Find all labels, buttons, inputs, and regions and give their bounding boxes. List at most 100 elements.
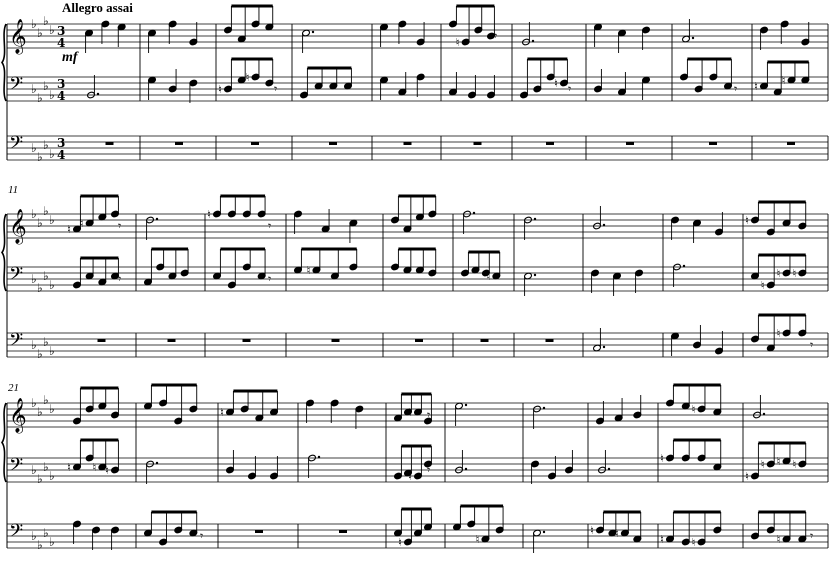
dot — [155, 461, 159, 465]
key-flat: ♭ — [31, 529, 37, 543]
natural-sign: ♮ — [745, 214, 749, 227]
natural-sign: ♮ — [660, 452, 664, 465]
dot — [317, 455, 321, 459]
treble-clef: 𝄞 — [9, 209, 27, 245]
key-flat: ♭ — [43, 204, 49, 218]
time-sig-denominator: 4 — [57, 36, 65, 50]
whole-rest — [97, 339, 106, 342]
natural-sign: ♮ — [745, 470, 749, 483]
natural-sign: ♮ — [782, 74, 786, 87]
key-flat: ♭ — [37, 91, 43, 105]
key-flat: ♭ — [37, 281, 43, 295]
whole-rest — [546, 142, 554, 145]
whole-rest — [787, 142, 795, 145]
whole-rest — [480, 339, 489, 342]
natural-sign: ♮ — [754, 80, 758, 93]
natural-sign: ♮ — [692, 403, 696, 416]
eighth-rest: 𝄾 — [427, 408, 430, 422]
natural-sign: ♮ — [554, 77, 558, 90]
dot — [311, 30, 315, 34]
natural-sign: ♮ — [218, 83, 222, 96]
dot — [607, 467, 611, 471]
natural-sign: ♮ — [306, 264, 310, 277]
natural-sign: ♮ — [67, 223, 71, 236]
natural-sign: ♮ — [660, 533, 664, 546]
eighth-rest: 𝄾 — [118, 219, 121, 233]
whole-rest — [473, 142, 482, 145]
whole-rest — [167, 339, 176, 342]
natural-sign: ♮ — [475, 533, 479, 546]
key-flat: ♭ — [37, 472, 43, 486]
natural-sign: ♮ — [792, 267, 796, 280]
key-flat: ♭ — [43, 79, 49, 93]
natural-sign: ♮ — [777, 533, 781, 546]
natural-sign: ♮ — [590, 524, 594, 537]
whole-rest — [545, 339, 554, 342]
whole-rest — [626, 142, 634, 145]
dot — [533, 273, 537, 277]
natural-sign: ♮ — [777, 267, 781, 280]
brace — [1, 402, 7, 483]
natural-sign: ♮ — [246, 71, 250, 84]
dot — [542, 406, 546, 410]
key-flat: ♭ — [37, 405, 43, 419]
key-flat: ♭ — [31, 272, 37, 286]
dot — [542, 530, 546, 534]
time-sig-denominator: 4 — [57, 89, 65, 103]
eighth-rest: 𝄾 — [568, 82, 571, 96]
eighth-rest: 𝄾 — [810, 529, 813, 543]
key-flat: ♭ — [49, 535, 55, 549]
bass-clef: 𝄢 — [9, 74, 23, 99]
natural-sign: ♮ — [220, 406, 224, 419]
brace — [1, 213, 7, 292]
key-flat: ♭ — [49, 147, 55, 161]
brace — [1, 23, 7, 102]
dot — [533, 217, 537, 221]
key-flat: ♭ — [43, 269, 49, 283]
dot — [96, 92, 100, 96]
natural-sign: ♮ — [761, 458, 765, 471]
bass-clef: 𝄢 — [9, 330, 23, 355]
natural-sign: ♮ — [777, 455, 781, 468]
whole-rest — [105, 142, 114, 145]
treble-clef: 𝄞 — [9, 398, 27, 434]
whole-rest — [709, 142, 717, 145]
key-flat: ♭ — [31, 141, 37, 155]
key-flat: ♭ — [49, 344, 55, 358]
key-flat: ♭ — [43, 393, 49, 407]
key-flat: ♭ — [49, 402, 55, 416]
eighth-rest: 𝄾 — [200, 529, 203, 543]
eighth-rest: 𝄾 — [734, 82, 737, 96]
natural-sign: ♮ — [692, 536, 696, 549]
natural-sign: ♮ — [398, 536, 402, 549]
eighth-rest: 𝄾 — [268, 272, 271, 286]
dot — [762, 412, 766, 416]
eighth-rest: 𝄾 — [494, 29, 497, 43]
eighth-rest: 𝄾 — [427, 463, 430, 477]
key-flat: ♭ — [43, 138, 49, 152]
dot — [602, 223, 606, 227]
key-flat: ♭ — [49, 23, 55, 37]
natural-sign: ♮ — [67, 461, 71, 474]
whole-rest — [255, 530, 263, 533]
key-flat: ♭ — [49, 278, 55, 292]
dot — [602, 345, 606, 349]
key-flat: ♭ — [31, 207, 37, 221]
whole-rest — [175, 142, 183, 145]
dot — [472, 211, 476, 215]
key-flat: ♭ — [37, 216, 43, 230]
natural-sign: ♮ — [456, 36, 460, 49]
time-sig-denominator: 4 — [57, 148, 65, 162]
dot — [691, 36, 695, 40]
eighth-rest: 𝄾 — [118, 272, 121, 286]
bass-clef: 𝄢 — [9, 133, 23, 158]
whole-rest — [415, 339, 423, 342]
eighth-rest: 𝄾 — [274, 82, 277, 96]
natural-sign: ♮ — [792, 458, 796, 471]
key-flat: ♭ — [37, 347, 43, 361]
key-flat: ♭ — [49, 88, 55, 102]
whole-rest — [331, 339, 340, 342]
key-flat: ♭ — [49, 213, 55, 227]
key-flat: ♭ — [43, 335, 49, 349]
natural-sign: ♮ — [92, 461, 96, 474]
